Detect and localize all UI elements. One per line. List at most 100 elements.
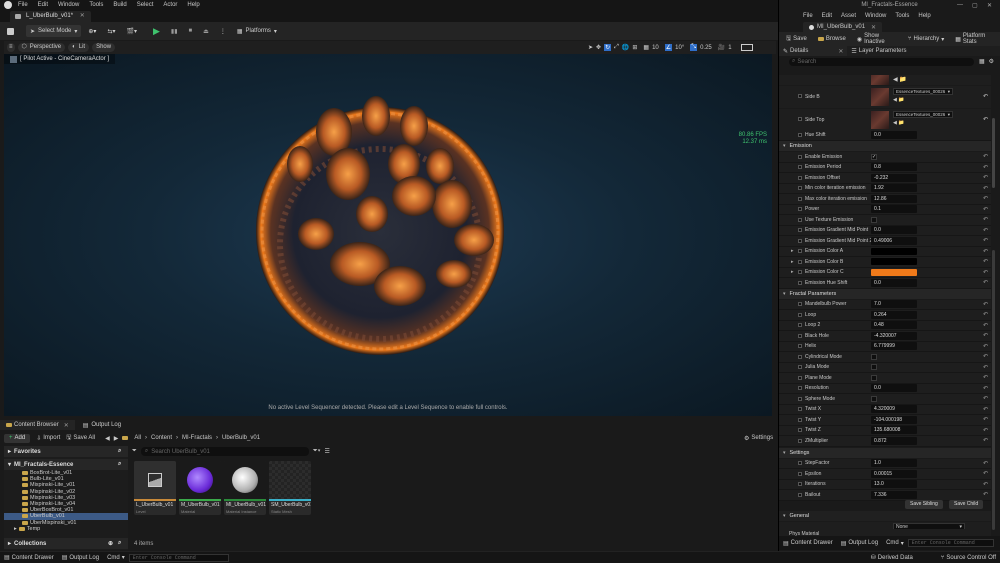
asset-search-input[interactable]: ⌕ Search UberBulb_v01 — [140, 447, 309, 456]
show-button[interactable]: Show — [92, 43, 116, 52]
override-checkbox[interactable] — [798, 270, 802, 275]
browse-button[interactable]: Browse — [814, 33, 850, 45]
grid-view-icon[interactable]: ▦ — [979, 58, 985, 65]
override-checkbox[interactable] — [798, 217, 802, 222]
viewport-menu-button[interactable]: ≡ — [7, 43, 15, 52]
tab-details[interactable]: ✎ Details ✕ — [779, 46, 848, 56]
close-icon[interactable]: ✕ — [80, 13, 85, 19]
reset-icon[interactable]: ↶ — [983, 460, 988, 467]
menu-actor[interactable]: Actor — [163, 2, 177, 8]
reset-icon[interactable]: ↶ — [983, 279, 988, 286]
override-checkbox[interactable] — [798, 196, 802, 201]
menu-help[interactable]: Help — [187, 2, 199, 8]
override-checkbox[interactable] — [798, 461, 802, 466]
settings-section-header[interactable]: ▾ Settings — [779, 447, 991, 458]
browse-icon[interactable]: ◀ 📁 — [893, 97, 904, 103]
expand-arrow-icon[interactable]: ▸ — [791, 259, 794, 265]
param-value[interactable]: 1.92 — [871, 184, 917, 193]
level-tab[interactable]: L_UberBulb_v01* ✕ — [10, 11, 91, 22]
maximize-icon[interactable]: ▢ — [972, 2, 978, 9]
override-checkbox[interactable] — [798, 207, 802, 212]
override-checkbox[interactable] — [798, 323, 802, 328]
emission-section-header[interactable]: ▾ Emission — [779, 141, 991, 151]
sort-icon[interactable]: ☰ — [325, 448, 330, 455]
menu-help[interactable]: Help — [918, 13, 930, 19]
collections-header[interactable]: ▸ Collections ⊕ ⌕ — [4, 538, 128, 549]
reset-icon[interactable]: ↶ — [983, 385, 988, 392]
details-scrollbar-track[interactable] — [992, 250, 995, 530]
reset-icon[interactable]: ↶ — [983, 395, 988, 402]
param-value[interactable]: 0.0 — [871, 226, 917, 235]
color-swatch[interactable] — [871, 268, 917, 276]
breadcrumb-uberbulb[interactable]: UberBulb_v01 — [222, 435, 260, 441]
param-checkbox[interactable] — [871, 374, 877, 381]
save-level-button[interactable] — [3, 25, 18, 37]
derived-data-button[interactable]: ⛁ Derived Data — [867, 553, 917, 563]
camera-speed-icon[interactable]: 🎥 — [718, 44, 725, 51]
param-value[interactable]: 0.872 — [871, 436, 917, 445]
save-sibling-button[interactable]: Save Sibling — [905, 500, 943, 509]
add-collection-icon[interactable]: ⊕ — [108, 540, 113, 547]
forward-icon[interactable]: ▶ — [114, 435, 119, 442]
search-icon[interactable]: ⌕ — [118, 540, 121, 547]
reset-icon[interactable]: ↶ — [983, 427, 988, 434]
cinematics-button[interactable]: 🎬▾ — [123, 25, 141, 37]
breadcrumb-all[interactable]: All — [134, 435, 141, 441]
reset-icon[interactable]: ↶ — [983, 481, 988, 488]
override-checkbox[interactable] — [798, 417, 802, 422]
output-log-button[interactable]: ▤ Output Log — [58, 553, 103, 563]
param-value[interactable]: 0.8 — [871, 163, 917, 172]
param-value[interactable]: 135.680008 — [871, 426, 917, 435]
cmd-dropdown[interactable]: Cmd ▾ — [103, 553, 129, 563]
texture-thumbnail[interactable] — [871, 88, 889, 106]
menu-build[interactable]: Build — [113, 2, 126, 8]
texture-dropdown[interactable]: EssenceTextures_00026 ▾ — [893, 111, 953, 118]
override-checkbox[interactable] — [798, 228, 802, 233]
source-control-button[interactable]: ⑂ Source Control Off — [937, 553, 1000, 563]
param-value[interactable]: 0.0 — [871, 130, 917, 139]
save-child-button[interactable]: Save Child — [949, 500, 984, 509]
param-value[interactable]: 13.0 — [871, 480, 917, 489]
rotate-tool-icon[interactable]: ↻ — [604, 44, 612, 51]
filter-icon[interactable]: ⏷ — [132, 448, 137, 455]
breadcrumb-content[interactable]: Content — [151, 435, 172, 441]
reset-icon[interactable]: ↶ — [983, 353, 988, 360]
override-checkbox[interactable] — [798, 238, 802, 243]
override-checkbox[interactable] — [798, 471, 802, 476]
gear-icon[interactable]: ⚙ — [989, 58, 994, 65]
reset-icon[interactable]: ↶ — [983, 322, 988, 329]
reset-icon[interactable]: ↶ — [983, 416, 988, 423]
add-button[interactable]: + Add — [4, 433, 31, 443]
close-icon[interactable]: ✕ — [64, 422, 69, 429]
override-checkbox[interactable] — [798, 175, 802, 180]
asset-tile[interactable]: MI_UberBulb_v01 Material Instance — [224, 461, 266, 515]
param-value[interactable]: 1.0 — [871, 459, 917, 468]
override-checkbox[interactable] — [798, 132, 802, 137]
override-checkbox[interactable] — [798, 375, 802, 380]
save-all-button[interactable]: 🖫 Save All — [66, 433, 95, 443]
import-button[interactable]: ⇩ Import — [36, 435, 60, 442]
reset-icon[interactable]: ↶ — [983, 470, 988, 477]
asset-tile[interactable]: SM_UberBulb_v01 Static Mesh — [269, 461, 311, 515]
platforms-dropdown[interactable]: ▦ Platforms ▾ — [233, 25, 281, 37]
tab-layer-parameters[interactable]: ☰ Layer Parameters — [847, 48, 910, 55]
save-button[interactable]: 🖫 Save — [782, 33, 811, 45]
override-checkbox[interactable] — [798, 365, 802, 370]
search-icon[interactable]: ⌕ — [118, 448, 121, 455]
grid-size[interactable]: 10 — [652, 45, 659, 51]
settings-button[interactable]: ⚙ Settings — [744, 435, 773, 442]
color-swatch[interactable] — [871, 247, 917, 255]
texture-dropdown[interactable]: EssenceTextures_00026 ▾ — [893, 88, 953, 95]
asset-tab[interactable]: MI_UberBulb_v01 ✕ — [803, 22, 883, 32]
reset-icon[interactable]: ↶ — [983, 248, 988, 255]
color-swatch[interactable] — [871, 258, 917, 266]
close-icon[interactable]: ✕ — [871, 24, 876, 31]
param-value[interactable]: -0.232 — [871, 173, 917, 182]
reset-icon[interactable]: ↶ — [983, 491, 988, 498]
param-value[interactable]: 0.49006 — [871, 236, 917, 245]
reset-icon[interactable]: ↶ — [983, 269, 988, 276]
param-value[interactable]: 4.320009 — [871, 405, 917, 414]
angle-snap-icon[interactable]: ∠ — [664, 44, 673, 51]
menu-edit[interactable]: Edit — [38, 2, 48, 8]
param-value[interactable]: 0.0 — [871, 278, 917, 287]
